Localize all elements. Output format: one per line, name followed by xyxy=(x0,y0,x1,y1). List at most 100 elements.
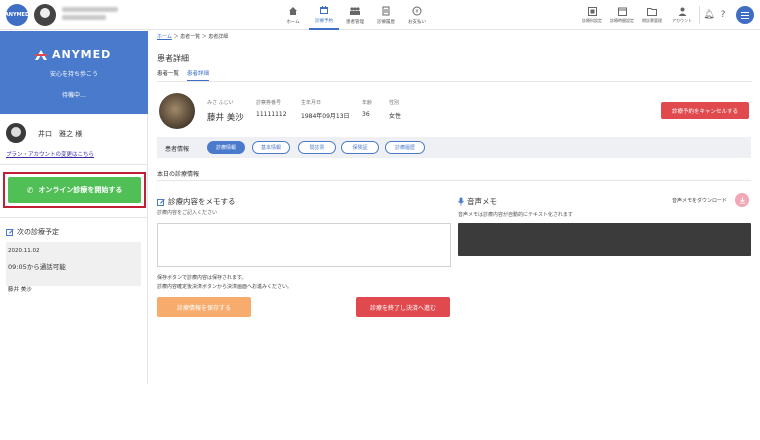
nav-patients[interactable]: 患者管理 xyxy=(340,0,370,30)
patient-age-label: 年齢 xyxy=(362,100,373,106)
breadcrumb-separator: ＞ xyxy=(173,34,179,40)
main-content: ホーム ＞ 患者一覧 ＞ 患者詳細 患者詳細 患者一覧 患者詳細 みさ ふじい … xyxy=(149,31,760,384)
subtab-patient-detail[interactable]: 患者詳細 xyxy=(187,69,210,81)
tab-consultation-history[interactable]: 診療履歴 xyxy=(385,141,425,154)
patient-info-label: 患者情報 xyxy=(165,146,190,153)
plan-account-link[interactable]: プラン・アカウントの変更はこちら xyxy=(6,150,94,158)
patient-age: 36 xyxy=(362,111,370,118)
voice-download-label[interactable]: 音声メモをダウンロード xyxy=(672,197,727,204)
person-icon xyxy=(678,7,686,16)
brand-tagline: 安心を持ち歩こう xyxy=(49,71,98,78)
breadcrumb-home[interactable]: ホーム xyxy=(157,34,172,40)
doctor-avatar xyxy=(6,123,26,143)
clock-calendar-icon xyxy=(617,7,627,16)
svg-text:¥: ¥ xyxy=(415,9,418,15)
patient-number-label: 診察券番号 xyxy=(256,100,282,106)
nav-department-settings-label: 診療科設定 xyxy=(582,17,602,23)
cancel-reservation-button[interactable]: 診療予約をキャンセルする xyxy=(661,102,749,119)
patient-number-block: 診察券番号 11111112 xyxy=(256,99,287,118)
main-nav: ホーム 診療予約 患者管理 診療履歴 ¥ お支払い xyxy=(278,0,433,30)
section-divider xyxy=(157,180,751,181)
doctor-name: 井口 雅之 様 xyxy=(38,130,83,138)
clinic-avatar[interactable] xyxy=(34,4,56,26)
nav-hours-settings[interactable]: 診療時間設定 xyxy=(607,7,637,24)
edit-icon xyxy=(157,198,165,206)
patient-name-block: みさ ふじい 藤井 美沙 xyxy=(207,99,244,123)
patient-info-tabs: 患者情報 診療情報 基本情報 問診票 保険証 診療履歴 xyxy=(157,137,751,158)
appointment-time: 09:05から通話可能 xyxy=(8,263,66,271)
nav-payment[interactable]: ¥ お支払い xyxy=(402,0,432,30)
brand-panel: ANYMED 安心を持ち歩こう 待機中… xyxy=(0,31,148,114)
appointment-date: 2020.11.02 xyxy=(8,248,40,254)
download-icon xyxy=(739,197,745,204)
nav-questionnaire-label: 問診票管理 xyxy=(642,17,662,23)
patient-sex-block: 性別 女性 xyxy=(389,99,401,120)
top-bar: ANYMED ホーム 診療予約 患者管理 診療履歴 ¥ お支払い 診療科設定 診… xyxy=(0,0,760,30)
document-icon xyxy=(380,5,392,17)
subtab-divider xyxy=(157,81,752,82)
nav-patients-label: 患者管理 xyxy=(346,20,364,25)
breadcrumb-patient-list[interactable]: 患者一覧 xyxy=(180,34,200,40)
subtab-patient-list[interactable]: 患者一覧 xyxy=(157,69,179,77)
microphone-icon xyxy=(458,197,464,206)
nav-history-label: 診療履歴 xyxy=(377,20,395,25)
page-title: 患者詳細 xyxy=(157,54,189,63)
nav-reservations[interactable]: 診療予約 xyxy=(309,0,339,30)
people-icon xyxy=(349,5,361,17)
start-online-consultation-button[interactable]: ✆ オンライン診療を開始する xyxy=(8,177,141,203)
patient-birth-label: 生年月日 xyxy=(301,100,322,106)
hamburger-menu-button[interactable] xyxy=(736,6,754,24)
nav-home[interactable]: ホーム xyxy=(278,0,308,30)
page-footer-space xyxy=(0,384,760,440)
clinic-name-blurred xyxy=(62,7,122,23)
nav-payment-label: お支払い xyxy=(408,20,426,25)
breadcrumb: ホーム ＞ 患者一覧 ＞ 患者詳細 xyxy=(157,33,228,40)
brand-name: ANYMED xyxy=(52,48,112,61)
nav-home-label: ホーム xyxy=(286,20,300,25)
memo-title-label: 診療内容をメモする xyxy=(168,197,236,206)
app-logo[interactable]: ANYMED xyxy=(5,4,29,26)
nav-history[interactable]: 診療履歴 xyxy=(371,0,401,30)
today-info-title: 本日の診療情報 xyxy=(157,171,200,178)
voice-memo-subtitle: 音声メモは診療内容が自動的にテキスト化されます xyxy=(458,212,573,218)
folder-icon xyxy=(647,7,657,16)
edit-icon xyxy=(6,229,14,236)
voice-memo-title: 音声メモ xyxy=(458,196,497,207)
bell-icon[interactable]: 🔔︎ xyxy=(702,10,716,20)
status-text: 待機中… xyxy=(61,92,86,99)
tab-consultation-info[interactable]: 診療情報 xyxy=(207,141,245,154)
calendar-icon xyxy=(318,4,330,16)
patient-birth-block: 生年月日 1984年09月13日 xyxy=(301,99,350,120)
next-appointment-title: 次の診療予定 xyxy=(6,227,59,237)
finish-and-pay-button[interactable]: 診療を終了し決済へ進む xyxy=(356,297,450,317)
memo-note-save: 保存ボタンで診療内容は保存されます。 xyxy=(157,275,247,281)
memo-title: 診療内容をメモする xyxy=(157,196,236,207)
patient-number: 11111112 xyxy=(256,111,287,118)
voice-memo-title-label: 音声メモ xyxy=(467,197,497,206)
patient-name: 藤井 美沙 xyxy=(207,113,244,123)
memo-subtitle: 診療内容をご記入ください xyxy=(157,210,218,216)
nav-department-settings[interactable]: 診療科設定 xyxy=(577,6,607,24)
save-consultation-button[interactable]: 診療情報を保存する xyxy=(157,297,251,317)
nav-divider xyxy=(699,6,700,24)
tab-insurance-card[interactable]: 保険証 xyxy=(341,141,379,154)
brand-logo: ANYMED xyxy=(34,48,111,61)
sidebar-divider xyxy=(0,217,148,218)
phone-icon: ✆ xyxy=(26,185,34,195)
appointment-patient: 藤井 美沙 xyxy=(8,287,32,293)
voice-transcript-box xyxy=(458,223,751,256)
tab-questionnaire[interactable]: 問診票 xyxy=(298,141,336,154)
memo-note-payment: 診療内容確定後決済ボタンから決済画面へお進みください。 xyxy=(157,284,293,290)
nav-reservations-label: 診療予約 xyxy=(315,19,333,24)
memo-textarea[interactable] xyxy=(157,223,451,267)
help-icon[interactable]: ? xyxy=(716,10,730,20)
tab-basic-info[interactable]: 基本情報 xyxy=(252,141,290,154)
breadcrumb-current: 患者詳細 xyxy=(208,34,229,40)
nav-questionnaire[interactable]: 問診票管理 xyxy=(637,7,667,24)
download-button[interactable] xyxy=(735,193,749,207)
patient-photo xyxy=(159,93,195,129)
patient-sex: 女性 xyxy=(389,113,402,120)
nav-account[interactable]: アカウント xyxy=(667,7,697,24)
patient-kana: みさ ふじい xyxy=(207,100,234,106)
next-appointment-label: 次の診療予定 xyxy=(17,228,59,236)
